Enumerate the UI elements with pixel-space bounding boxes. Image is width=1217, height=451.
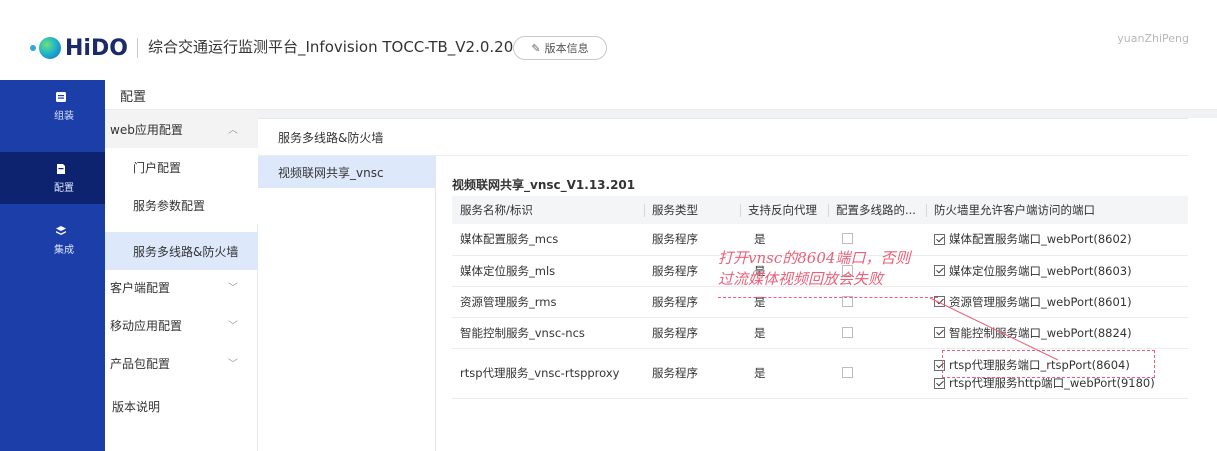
annotation-highlight-box — [942, 350, 1155, 378]
annotation-connector — [929, 297, 1059, 361]
app-root: HiDO 综合交通运行监测平台_Infovision TOCC-TB_V2.0.… — [0, 0, 1217, 451]
